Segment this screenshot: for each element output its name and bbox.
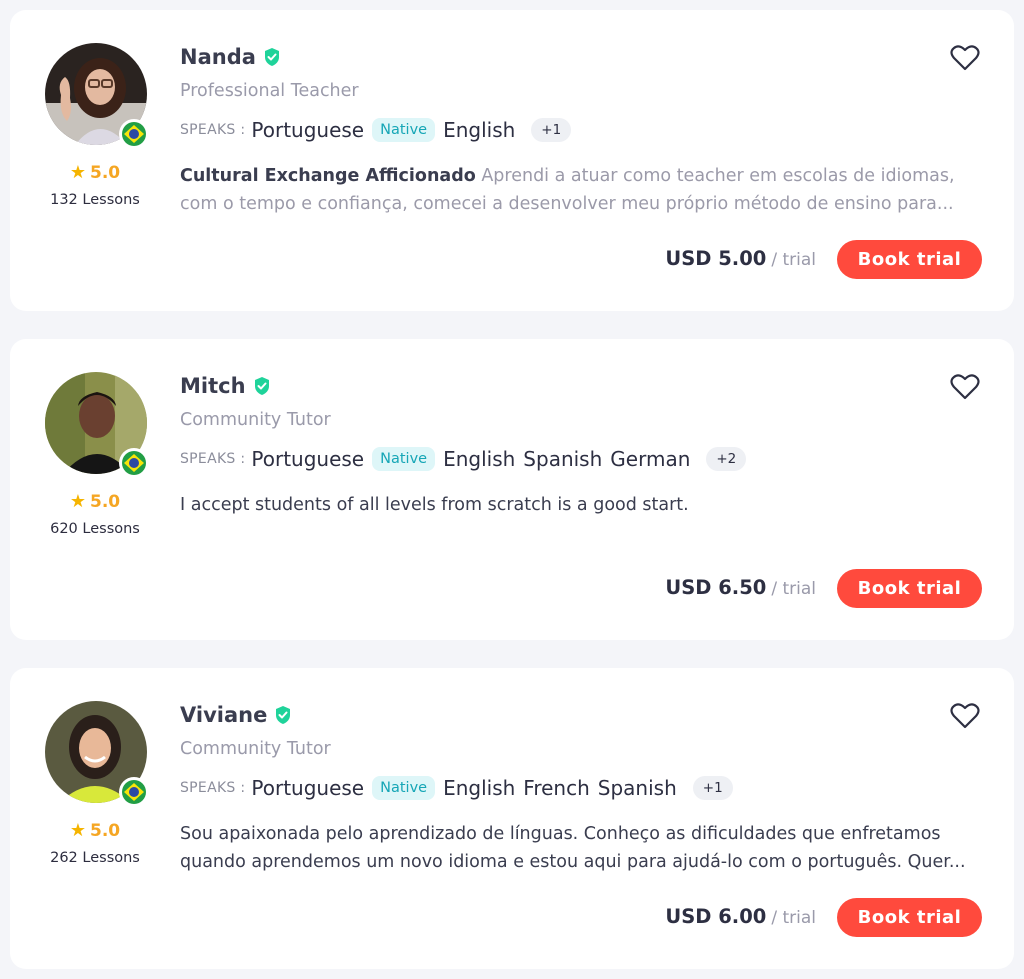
- price: USD 6.00 / trial: [665, 905, 816, 928]
- description-line: I accept students of all levels from scr…: [180, 495, 689, 515]
- languages-row: SPEAKS : Portuguese Native English Frenc…: [180, 776, 733, 800]
- favorite-heart-icon[interactable]: [950, 373, 980, 401]
- tutor-card[interactable]: ★ 5.0 620 Lessons Mitch Community Tutor S…: [10, 339, 1014, 640]
- price-unit: / trial: [771, 250, 816, 270]
- star-icon: ★: [69, 162, 86, 183]
- native-language: Portuguese: [251, 776, 365, 800]
- favorite-heart-icon[interactable]: [950, 44, 980, 72]
- price-amount: USD 6.50: [665, 576, 767, 599]
- tutor-title: Community Tutor: [180, 410, 331, 430]
- tutor-description[interactable]: I accept students of all levels from scr…: [180, 491, 980, 519]
- brazil-flag-icon: [119, 119, 149, 149]
- speaks-label: SPEAKS :: [180, 780, 246, 796]
- tutor-title: Professional Teacher: [180, 81, 359, 101]
- native-badge: Native: [372, 118, 436, 142]
- verified-badge-icon: [274, 705, 292, 725]
- tutor-card[interactable]: ★ 5.0 132 Lessons Nanda Professional Teac…: [10, 10, 1014, 311]
- language: French: [523, 776, 590, 800]
- speaks-label: SPEAKS :: [180, 451, 246, 467]
- rating-value: 5.0: [90, 163, 121, 183]
- brazil-flag-icon: [119, 448, 149, 478]
- description-line: Aprendi a atuar como teacher em escolas …: [475, 166, 955, 186]
- description-headline: Cultural Exchange Afficionado: [180, 166, 476, 186]
- tutor-name[interactable]: Nanda: [180, 45, 256, 69]
- book-trial-button[interactable]: Book trial: [837, 898, 982, 937]
- tutor-description[interactable]: Cultural Exchange Afficionado Aprendi a …: [180, 162, 980, 218]
- rating: ★ 5.0: [10, 162, 180, 183]
- description-line: Sou apaixonada pelo aprendizado de língu…: [180, 824, 941, 844]
- tutor-description[interactable]: Sou apaixonada pelo aprendizado de língu…: [180, 820, 980, 876]
- tutor-name-row: Viviane: [180, 703, 292, 727]
- native-badge: Native: [372, 776, 436, 800]
- language: German: [610, 447, 691, 471]
- price-amount: USD 5.00: [665, 247, 767, 270]
- avatar-container[interactable]: [45, 43, 149, 149]
- book-trial-button[interactable]: Book trial: [837, 240, 982, 279]
- languages-row: SPEAKS : Portuguese Native English +1: [180, 118, 572, 142]
- book-trial-button[interactable]: Book trial: [837, 569, 982, 608]
- avatar-container[interactable]: [45, 372, 149, 478]
- native-language: Portuguese: [251, 118, 365, 142]
- price-unit: / trial: [771, 579, 816, 599]
- tutor-name[interactable]: Viviane: [180, 703, 267, 727]
- star-icon: ★: [69, 491, 86, 512]
- rating: ★ 5.0: [10, 491, 180, 512]
- price: USD 5.00 / trial: [665, 247, 816, 270]
- native-language: Portuguese: [251, 447, 365, 471]
- speaks-label: SPEAKS :: [180, 122, 246, 138]
- price-amount: USD 6.00: [665, 905, 767, 928]
- language: English: [443, 447, 516, 471]
- tutor-title: Community Tutor: [180, 739, 331, 759]
- tutor-name[interactable]: Mitch: [180, 374, 246, 398]
- rating: ★ 5.0: [10, 820, 180, 841]
- native-badge: Native: [372, 447, 436, 471]
- tutor-name-row: Nanda: [180, 45, 281, 69]
- lessons-count: 132 Lessons: [50, 192, 140, 208]
- languages-row: SPEAKS : Portuguese Native English Spani…: [180, 447, 747, 471]
- description-line: com o tempo e confiança, comecei a desen…: [180, 194, 954, 214]
- language: English: [443, 118, 516, 142]
- language: English: [443, 776, 516, 800]
- rating-value: 5.0: [90, 821, 121, 841]
- favorite-heart-icon[interactable]: [950, 702, 980, 730]
- tutor-name-row: Mitch: [180, 374, 271, 398]
- star-icon: ★: [69, 820, 86, 841]
- verified-badge-icon: [263, 47, 281, 67]
- language: Spanish: [523, 447, 603, 471]
- price-unit: / trial: [771, 908, 816, 928]
- lessons-count: 262 Lessons: [50, 850, 140, 866]
- verified-badge-icon: [253, 376, 271, 396]
- more-languages-button[interactable]: +1: [692, 776, 733, 800]
- language: Spanish: [597, 776, 677, 800]
- avatar-container[interactable]: [45, 701, 149, 807]
- more-languages-button[interactable]: +2: [706, 447, 747, 471]
- more-languages-button[interactable]: +1: [531, 118, 572, 142]
- description-line: quando aprendemos um novo idioma e estou…: [180, 852, 966, 872]
- tutor-card[interactable]: ★ 5.0 262 Lessons Viviane Community Tutor…: [10, 668, 1014, 969]
- brazil-flag-icon: [119, 777, 149, 807]
- price: USD 6.50 / trial: [665, 576, 816, 599]
- rating-value: 5.0: [90, 492, 121, 512]
- lessons-count: 620 Lessons: [50, 521, 140, 537]
